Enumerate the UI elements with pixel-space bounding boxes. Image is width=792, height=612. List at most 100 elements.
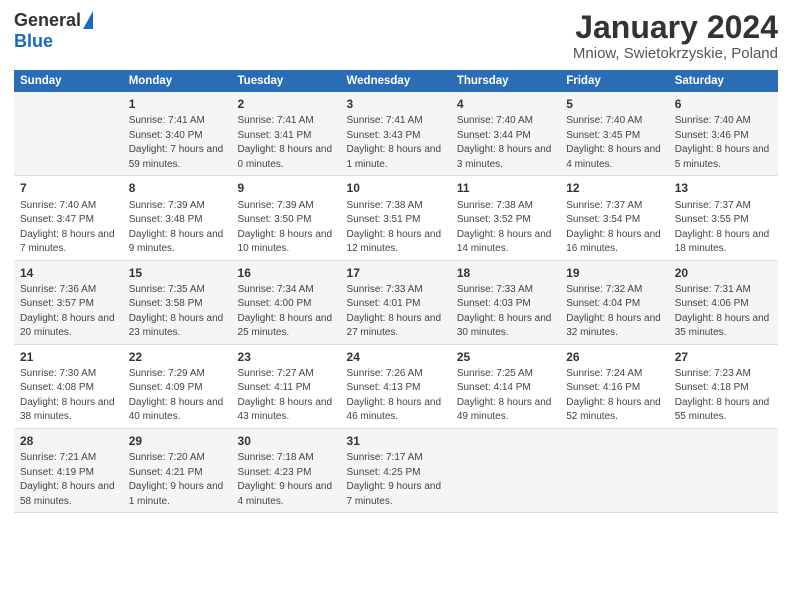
table-cell: 31 Sunrise: 7:17 AMSunset: 4:25 PMDayligh… (341, 428, 451, 512)
table-cell (560, 428, 669, 512)
day-number: 19 (566, 265, 663, 281)
table-cell: 8Sunrise: 7:39 AMSunset: 3:48 PMDaylight… (123, 176, 232, 260)
table-cell: 22 Sunrise: 7:29 AMSunset: 4:09 PMDayligh… (123, 344, 232, 428)
table-cell: 23Sunrise: 7:27 AMSunset: 4:11 PMDayligh… (232, 344, 341, 428)
day-number: 4 (457, 96, 554, 112)
table-cell: 2 Sunrise: 7:41 AMSunset: 3:41 PMDaylight… (232, 92, 341, 176)
page: General Blue January 2024 Mniow, Swietok… (0, 0, 792, 612)
col-monday: Monday (123, 70, 232, 92)
day-info: Sunrise: 7:31 AMSunset: 4:06 PMDaylight:… (675, 284, 770, 339)
day-info: Sunrise: 7:39 AMSunset: 3:50 PMDaylight:… (238, 200, 333, 255)
day-number: 3 (347, 96, 445, 112)
table-cell: 18 Sunrise: 7:33 AMSunset: 4:03 PMDayligh… (451, 260, 560, 344)
day-info: Sunrise: 7:35 AMSunset: 3:58 PMDaylight:… (129, 284, 224, 339)
day-info: Sunrise: 7:39 AMSunset: 3:48 PMDaylight:… (129, 200, 224, 255)
day-number: 6 (675, 96, 772, 112)
day-info: Sunrise: 7:41 AMSunset: 3:40 PMDaylight:… (129, 115, 224, 170)
table-cell (669, 428, 778, 512)
table-cell: 11 Sunrise: 7:38 AMSunset: 3:52 PMDayligh… (451, 176, 560, 260)
day-number: 21 (20, 349, 117, 365)
week-row-1: 1 Sunrise: 7:41 AMSunset: 3:40 PMDaylight… (14, 92, 778, 176)
day-number: 20 (675, 265, 772, 281)
table-cell: 24Sunrise: 7:26 AMSunset: 4:13 PMDayligh… (341, 344, 451, 428)
table-cell (14, 92, 123, 176)
table-cell: 20 Sunrise: 7:31 AMSunset: 4:06 PMDayligh… (669, 260, 778, 344)
day-info: Sunrise: 7:34 AMSunset: 4:00 PMDaylight:… (238, 284, 333, 339)
day-number: 5 (566, 96, 663, 112)
calendar-subtitle: Mniow, Swietokrzyskie, Poland (573, 45, 778, 62)
day-info: Sunrise: 7:37 AMSunset: 3:55 PMDaylight:… (675, 200, 770, 255)
table-cell: 6 Sunrise: 7:40 AMSunset: 3:46 PMDaylight… (669, 92, 778, 176)
table-cell: 21Sunrise: 7:30 AMSunset: 4:08 PMDayligh… (14, 344, 123, 428)
logo-text: General (14, 10, 93, 31)
day-info: Sunrise: 7:33 AMSunset: 4:03 PMDaylight:… (457, 284, 552, 339)
day-info: Sunrise: 7:40 AMSunset: 3:44 PMDaylight:… (457, 115, 552, 170)
table-cell: 26Sunrise: 7:24 AMSunset: 4:16 PMDayligh… (560, 344, 669, 428)
table-cell: 3Sunrise: 7:41 AMSunset: 3:43 PMDaylight… (341, 92, 451, 176)
day-number: 31 (347, 433, 445, 449)
table-cell: 13Sunrise: 7:37 AMSunset: 3:55 PMDayligh… (669, 176, 778, 260)
col-wednesday: Wednesday (341, 70, 451, 92)
table-cell: 27Sunrise: 7:23 AMSunset: 4:18 PMDayligh… (669, 344, 778, 428)
day-number: 28 (20, 433, 117, 449)
table-cell: 10 Sunrise: 7:38 AMSunset: 3:51 PMDayligh… (341, 176, 451, 260)
day-number: 2 (238, 96, 335, 112)
day-info: Sunrise: 7:18 AMSunset: 4:23 PMDaylight:… (238, 452, 333, 507)
calendar-title: January 2024 (573, 10, 778, 45)
day-number: 10 (347, 180, 445, 196)
day-info: Sunrise: 7:33 AMSunset: 4:01 PMDaylight:… (347, 284, 442, 339)
day-info: Sunrise: 7:24 AMSunset: 4:16 PMDaylight:… (566, 368, 661, 423)
day-info: Sunrise: 7:40 AMSunset: 3:47 PMDaylight:… (20, 200, 115, 255)
day-number: 15 (129, 265, 226, 281)
day-number: 17 (347, 265, 445, 281)
day-info: Sunrise: 7:25 AMSunset: 4:14 PMDaylight:… (457, 368, 552, 423)
day-info: Sunrise: 7:17 AMSunset: 4:25 PMDaylight:… (347, 452, 442, 507)
day-info: Sunrise: 7:27 AMSunset: 4:11 PMDaylight:… (238, 368, 333, 423)
col-sunday: Sunday (14, 70, 123, 92)
logo-icon (83, 11, 93, 29)
day-info: Sunrise: 7:40 AMSunset: 3:46 PMDaylight:… (675, 115, 770, 170)
logo-blue: Blue (14, 31, 53, 52)
day-info: Sunrise: 7:38 AMSunset: 3:52 PMDaylight:… (457, 200, 552, 255)
logo-general: General (14, 10, 81, 31)
table-cell: 1 Sunrise: 7:41 AMSunset: 3:40 PMDaylight… (123, 92, 232, 176)
day-info: Sunrise: 7:21 AMSunset: 4:19 PMDaylight:… (20, 452, 115, 507)
day-number: 11 (457, 180, 554, 196)
day-number: 1 (129, 96, 226, 112)
day-info: Sunrise: 7:37 AMSunset: 3:54 PMDaylight:… (566, 200, 661, 255)
table-cell: 30 Sunrise: 7:18 AMSunset: 4:23 PMDayligh… (232, 428, 341, 512)
table-cell: 28 Sunrise: 7:21 AMSunset: 4:19 PMDayligh… (14, 428, 123, 512)
week-row-2: 7Sunrise: 7:40 AMSunset: 3:47 PMDaylight… (14, 176, 778, 260)
day-number: 25 (457, 349, 554, 365)
day-info: Sunrise: 7:29 AMSunset: 4:09 PMDaylight:… (129, 368, 224, 423)
day-number: 29 (129, 433, 226, 449)
table-cell: 17 Sunrise: 7:33 AMSunset: 4:01 PMDayligh… (341, 260, 451, 344)
table-cell: 25 Sunrise: 7:25 AMSunset: 4:14 PMDayligh… (451, 344, 560, 428)
table-cell: 12 Sunrise: 7:37 AMSunset: 3:54 PMDayligh… (560, 176, 669, 260)
day-info: Sunrise: 7:38 AMSunset: 3:51 PMDaylight:… (347, 200, 442, 255)
col-saturday: Saturday (669, 70, 778, 92)
header-row: Sunday Monday Tuesday Wednesday Thursday… (14, 70, 778, 92)
week-row-4: 21Sunrise: 7:30 AMSunset: 4:08 PMDayligh… (14, 344, 778, 428)
day-number: 12 (566, 180, 663, 196)
title-block: January 2024 Mniow, Swietokrzyskie, Pola… (573, 10, 778, 62)
day-number: 30 (238, 433, 335, 449)
col-tuesday: Tuesday (232, 70, 341, 92)
day-info: Sunrise: 7:26 AMSunset: 4:13 PMDaylight:… (347, 368, 442, 423)
week-row-3: 14 Sunrise: 7:36 AMSunset: 3:57 PMDayligh… (14, 260, 778, 344)
table-cell: 15 Sunrise: 7:35 AMSunset: 3:58 PMDayligh… (123, 260, 232, 344)
table-cell: 9Sunrise: 7:39 AMSunset: 3:50 PMDaylight… (232, 176, 341, 260)
header: General Blue January 2024 Mniow, Swietok… (14, 10, 778, 62)
day-number: 14 (20, 265, 117, 281)
day-number: 27 (675, 349, 772, 365)
table-cell: 5Sunrise: 7:40 AMSunset: 3:45 PMDaylight… (560, 92, 669, 176)
table-cell: 29Sunrise: 7:20 AMSunset: 4:21 PMDayligh… (123, 428, 232, 512)
col-thursday: Thursday (451, 70, 560, 92)
day-number: 18 (457, 265, 554, 281)
logo: General Blue (14, 10, 93, 52)
day-number: 16 (238, 265, 335, 281)
day-info: Sunrise: 7:41 AMSunset: 3:41 PMDaylight:… (238, 115, 333, 170)
day-number: 22 (129, 349, 226, 365)
day-info: Sunrise: 7:36 AMSunset: 3:57 PMDaylight:… (20, 284, 115, 339)
table-cell: 7Sunrise: 7:40 AMSunset: 3:47 PMDaylight… (14, 176, 123, 260)
